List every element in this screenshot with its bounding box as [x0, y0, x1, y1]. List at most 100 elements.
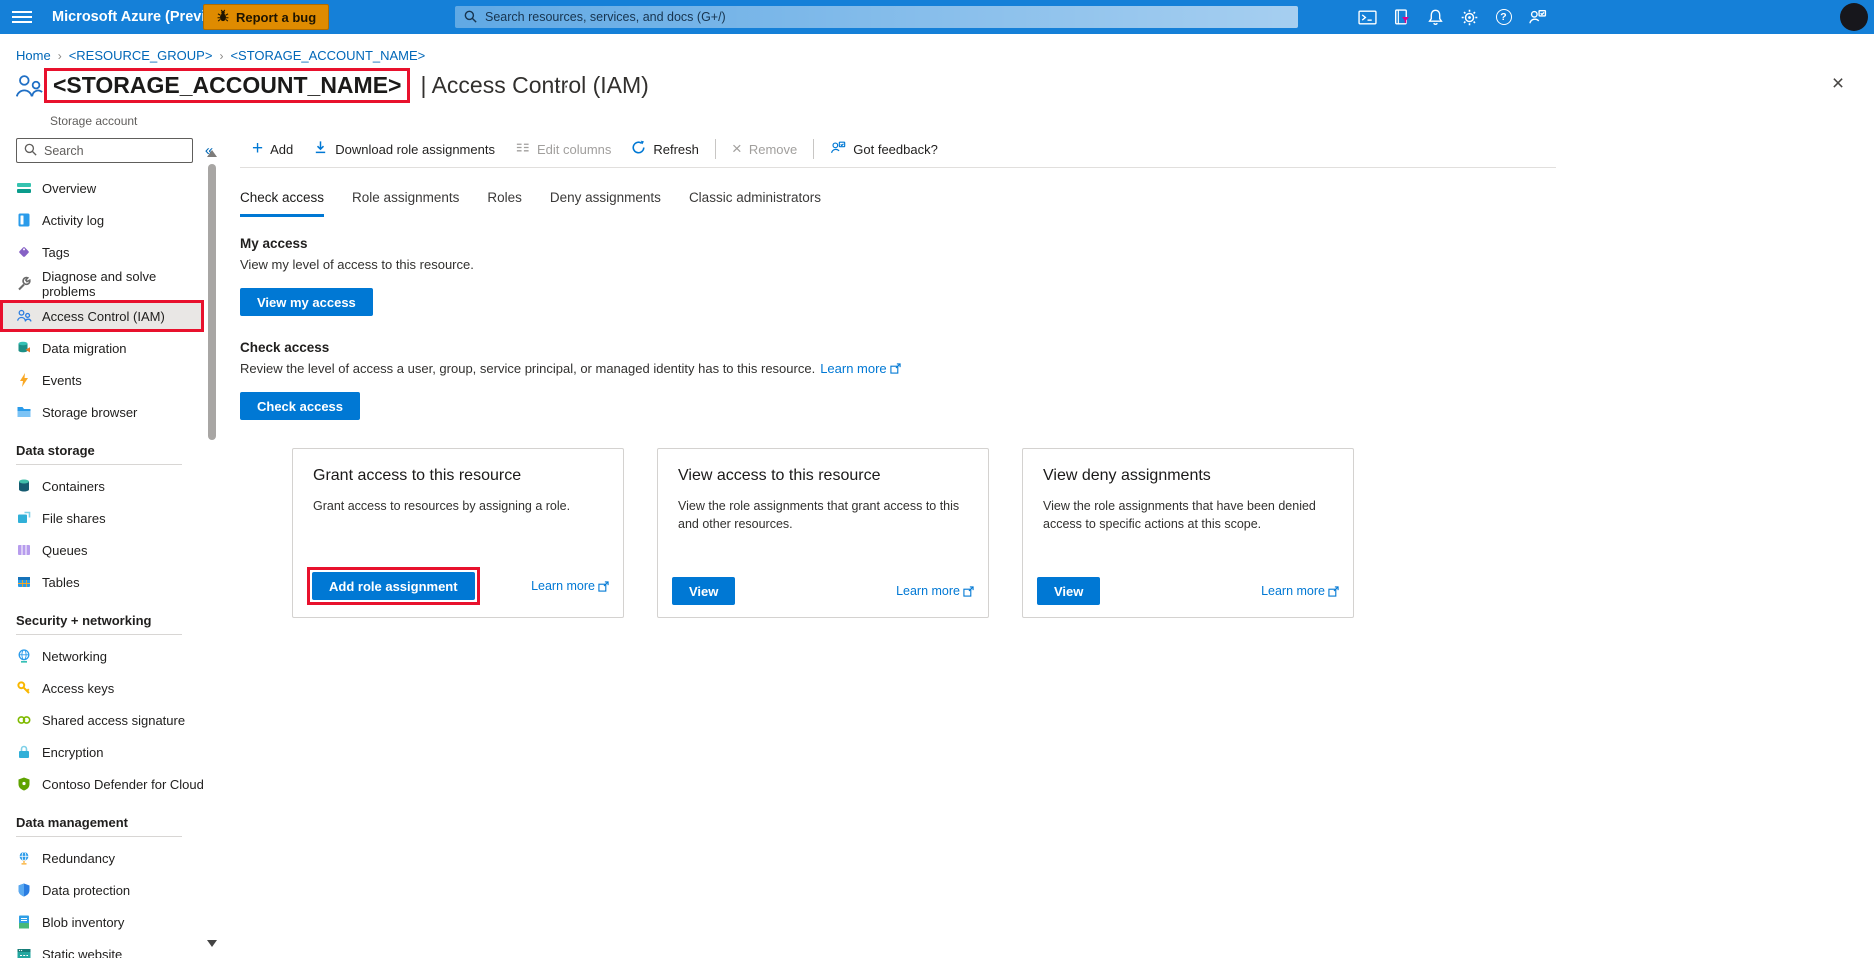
- scrollbar-thumb[interactable]: [208, 164, 216, 440]
- view-access-learn-more-link[interactable]: Learn more: [896, 584, 974, 598]
- top-bar: Microsoft Azure (Preview) Report a bug: [0, 0, 1874, 34]
- file-shares-icon: [16, 510, 32, 526]
- settings-gear-icon[interactable]: [1460, 8, 1479, 27]
- check-access-button[interactable]: Check access: [240, 392, 360, 420]
- sidebar-item-shared-access-signature[interactable]: Shared access signature: [0, 704, 204, 736]
- tab-role-assignments[interactable]: Role assignments: [352, 190, 459, 217]
- add-button[interactable]: + Add: [248, 134, 297, 164]
- sidebar-search-input[interactable]: [16, 138, 193, 163]
- help-icon[interactable]: ?: [1494, 8, 1513, 27]
- sidebar-item-overview[interactable]: Overview: [0, 172, 204, 204]
- resource-type-label: Storage account: [50, 114, 137, 128]
- add-role-assignment-button[interactable]: Add role assignment: [312, 572, 475, 600]
- sidebar-item-data-migration[interactable]: Data migration: [0, 332, 204, 364]
- scrollbar-up-arrow[interactable]: [207, 150, 217, 157]
- sidebar-item-data-protection[interactable]: Data protection: [0, 874, 204, 906]
- breadcrumb-storage-account[interactable]: <STORAGE_ACCOUNT_NAME>: [230, 48, 425, 63]
- sidebar-item-networking[interactable]: Networking: [0, 640, 204, 672]
- sidebar-group-security-networking: Security + networking: [0, 606, 204, 634]
- view-access-view-button[interactable]: View: [672, 577, 735, 605]
- storage-account-people-icon: [14, 70, 44, 109]
- folder-icon: [16, 404, 32, 420]
- sidebar-item-activity-log[interactable]: Activity log: [0, 204, 204, 236]
- card-description: Grant access to resources by assigning a…: [313, 497, 603, 515]
- activity-log-icon: [16, 212, 32, 228]
- azure-portal: Microsoft Azure (Preview) Report a bug: [0, 0, 1874, 958]
- tab-check-access[interactable]: Check access: [240, 190, 324, 217]
- view-my-access-button[interactable]: View my access: [240, 288, 373, 316]
- view-deny-view-button[interactable]: View: [1037, 577, 1100, 605]
- sidebar-item-diagnose[interactable]: Diagnose and solve problems: [0, 268, 204, 300]
- queues-icon: [16, 542, 32, 558]
- sidebar-item-redundancy[interactable]: Redundancy: [0, 842, 204, 874]
- sidebar-item-queues[interactable]: Queues: [0, 534, 204, 566]
- sidebar-item-encryption[interactable]: Encryption: [0, 736, 204, 768]
- external-link-icon: [598, 581, 609, 592]
- download-icon: [313, 140, 328, 158]
- search-icon: [23, 142, 38, 162]
- sidebar-item-access-keys[interactable]: Access keys: [0, 672, 204, 704]
- plus-icon: +: [252, 141, 263, 157]
- tab-roles[interactable]: Roles: [487, 190, 522, 217]
- breadcrumb-home[interactable]: Home: [16, 48, 51, 63]
- tab-deny-assignments[interactable]: Deny assignments: [550, 190, 661, 217]
- link-icon: [16, 712, 32, 728]
- sidebar-item-static-website[interactable]: Static website: [0, 938, 204, 958]
- chevron-right-icon: ›: [219, 49, 223, 63]
- sidebar-item-blob-inventory[interactable]: Blob inventory: [0, 906, 204, 938]
- top-bar-icons: ?: [1358, 0, 1547, 34]
- search-icon: [463, 9, 478, 29]
- sidebar-search: [16, 138, 193, 163]
- view-deny-learn-more-link[interactable]: Learn more: [1261, 584, 1339, 598]
- add-role-assignment-highlight-box: Add role assignment: [307, 567, 480, 605]
- cards-row: Grant access to this resource Grant acce…: [292, 448, 1354, 618]
- tables-icon: [16, 574, 32, 590]
- check-access-learn-more-link[interactable]: Learn more: [820, 361, 900, 376]
- sidebar-item-file-shares[interactable]: File shares: [0, 502, 204, 534]
- more-options-icon[interactable]: ···: [548, 76, 571, 96]
- sidebar-item-containers[interactable]: Containers: [0, 470, 204, 502]
- breadcrumb: Home › <RESOURCE_GROUP> › <STORAGE_ACCOU…: [16, 48, 425, 63]
- account-avatar[interactable]: [1840, 3, 1868, 31]
- cloud-shell-icon[interactable]: [1358, 8, 1377, 27]
- breadcrumb-resource-group[interactable]: <RESOURCE_GROUP>: [69, 48, 213, 63]
- sidebar-item-tags[interactable]: Tags: [0, 236, 204, 268]
- containers-icon: [16, 478, 32, 494]
- report-a-bug-button[interactable]: Report a bug: [203, 4, 329, 30]
- divider: [16, 634, 182, 635]
- sidebar-group-data-management: Data management: [0, 808, 204, 836]
- sidebar-item-events[interactable]: Events: [0, 364, 204, 396]
- notifications-bell-icon[interactable]: [1426, 8, 1445, 27]
- blob-inventory-icon: [16, 914, 32, 930]
- bug-icon: [216, 9, 230, 26]
- view-deny-assignments-card: View deny assignments View the role assi…: [1022, 448, 1354, 618]
- edit-columns-button[interactable]: Edit columns: [511, 134, 615, 164]
- external-link-icon: [890, 363, 901, 374]
- tab-strip: Check access Role assignments Roles Deny…: [240, 190, 821, 217]
- download-role-assignments-button[interactable]: Download role assignments: [309, 134, 499, 164]
- grant-access-card: Grant access to this resource Grant acce…: [292, 448, 624, 618]
- scrollbar-down-arrow[interactable]: [207, 940, 217, 947]
- sidebar-item-storage-browser[interactable]: Storage browser: [0, 396, 204, 428]
- close-icon[interactable]: ×: [1826, 72, 1850, 96]
- sidebar-item-tables[interactable]: Tables: [0, 566, 204, 598]
- feedback-icon[interactable]: [1528, 8, 1547, 27]
- directory-filter-icon[interactable]: [1392, 8, 1411, 27]
- lightning-icon: [16, 372, 32, 388]
- page-title-suffix: | Access Control (IAM): [420, 72, 648, 99]
- overview-icon: [16, 180, 32, 196]
- refresh-button[interactable]: Refresh: [627, 134, 703, 164]
- remove-button[interactable]: × Remove: [728, 134, 801, 164]
- divider: [240, 167, 1556, 168]
- check-access-description-row: Review the level of access a user, group…: [240, 361, 901, 376]
- sidebar-item-contoso-defender[interactable]: Contoso Defender for Cloud: [0, 768, 204, 800]
- check-access-description: Review the level of access a user, group…: [240, 361, 815, 376]
- got-feedback-button[interactable]: Got feedback?: [826, 134, 942, 164]
- sidebar-item-access-control-iam[interactable]: Access Control (IAM): [0, 300, 204, 332]
- card-description: View the role assignments that grant acc…: [678, 497, 968, 533]
- hamburger-menu-icon[interactable]: [12, 8, 32, 26]
- grant-access-learn-more-link[interactable]: Learn more: [531, 579, 609, 593]
- global-search-input[interactable]: [455, 6, 1298, 28]
- tab-classic-administrators[interactable]: Classic administrators: [689, 190, 821, 217]
- redundancy-globe-icon: [16, 850, 32, 866]
